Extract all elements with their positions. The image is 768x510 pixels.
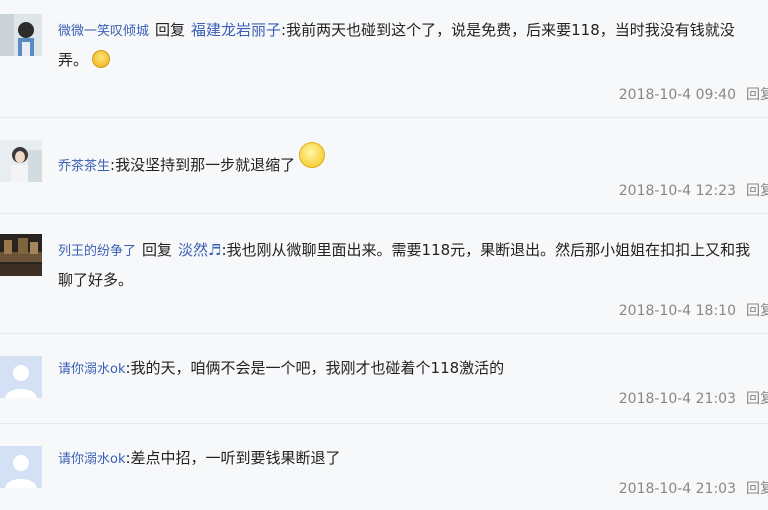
comment-content: 请你溺水ok:差点中招，一听到要钱果断退了 [58, 444, 754, 474]
comment-date: 2018-10-4 09:40 [618, 87, 736, 103]
avatar[interactable] [0, 140, 42, 182]
comment-date: 2018-10-4 12:23 [618, 183, 736, 199]
comment-content: 请你溺水ok:我的天，咱俩不会是一个吧，我刚才也碰着个118激活的 [58, 354, 754, 384]
comment-meta: 2018-10-4 09:40 回复 [619, 84, 768, 104]
comment-username[interactable]: 乔茶茶生 [58, 159, 110, 174]
avatar-photo-icon [0, 234, 42, 276]
reply-button[interactable]: 回复 [746, 87, 768, 103]
comment-meta: 2018-10-4 18:10 回复 [619, 300, 768, 320]
comment-username[interactable]: 列王的纷争了 [58, 244, 136, 259]
comment-row: 乔茶茶生:我没坚持到那一步就退缩了 2018-10-4 12:23 回复 [0, 118, 768, 214]
reply-button[interactable]: 回复 [746, 481, 768, 497]
comment-text: 我的天，咱俩不会是一个吧，我刚才也碰着个118激活的 [130, 359, 505, 377]
comment-content: 乔茶茶生:我没坚持到那一步就退缩了 [58, 142, 754, 181]
comment-content: 列王的纷争了 回复 淡然♬:我也刚从微聊里面出来。需要118元，果断退出。然后那小姐… [58, 236, 754, 294]
comment-list: 微微一笑叹倾城 回复 福建龙岩丽子:我前两天也碰到这个了，说是免费，后来要118，当… [0, 0, 768, 510]
reply-button[interactable]: 回复 [746, 391, 768, 407]
default-avatar-icon [0, 356, 42, 398]
reply-button[interactable]: 回复 [746, 303, 768, 319]
avatar-photo-icon [0, 140, 42, 182]
avatar[interactable] [0, 14, 42, 56]
grin-emoji-icon [92, 50, 111, 68]
avatar[interactable] [0, 234, 42, 276]
reply-word: 回复 [142, 241, 173, 259]
reply-target-username[interactable]: 福建龙岩丽子 [191, 21, 281, 39]
comment-content: 微微一笑叹倾城 回复 福建龙岩丽子:我前两天也碰到这个了，说是免费，后来要118，当… [58, 16, 754, 74]
avatar[interactable] [0, 356, 42, 398]
comment-date: 2018-10-4 21:03 [618, 391, 736, 407]
comment-meta: 2018-10-4 21:03 回复 [619, 478, 768, 498]
comment-row: 列王的纷争了 回复 淡然♬:我也刚从微聊里面出来。需要118元，果断退出。然后那小姐… [0, 214, 768, 334]
reply-button[interactable]: 回复 [746, 183, 768, 199]
avatar-photo-icon [0, 14, 42, 56]
reply-word: 回复 [155, 21, 186, 39]
comment-row: 请你溺水ok:差点中招，一听到要钱果断退了 2018-10-4 21:03 回复 [0, 424, 768, 510]
comment-row: 微微一笑叹倾城 回复 福建龙岩丽子:我前两天也碰到这个了，说是免费，后来要118，当… [0, 0, 768, 118]
default-avatar-icon [0, 446, 42, 488]
comment-username[interactable]: 微微一笑叹倾城 [58, 24, 149, 39]
comment-date: 2018-10-4 21:03 [618, 481, 736, 497]
comment-username[interactable]: 请你溺水ok [58, 452, 125, 467]
avatar[interactable] [0, 446, 42, 488]
comment-text: 我没坚持到那一步就退缩了 [115, 156, 296, 174]
comment-meta: 2018-10-4 21:03 回复 [619, 388, 768, 408]
comment-row: 请你溺水ok:我的天，咱俩不会是一个吧，我刚才也碰着个118激活的 2018-1… [0, 334, 768, 424]
comment-date: 2018-10-4 18:10 [618, 303, 736, 319]
comment-text: 差点中招，一听到要钱果断退了 [130, 449, 341, 467]
comment-username[interactable]: 请你溺水ok [58, 362, 125, 377]
comment-meta: 2018-10-4 12:23 回复 [619, 180, 768, 200]
smile-emoji-icon [299, 142, 326, 168]
reply-target-username[interactable]: 淡然♬ [178, 241, 221, 259]
